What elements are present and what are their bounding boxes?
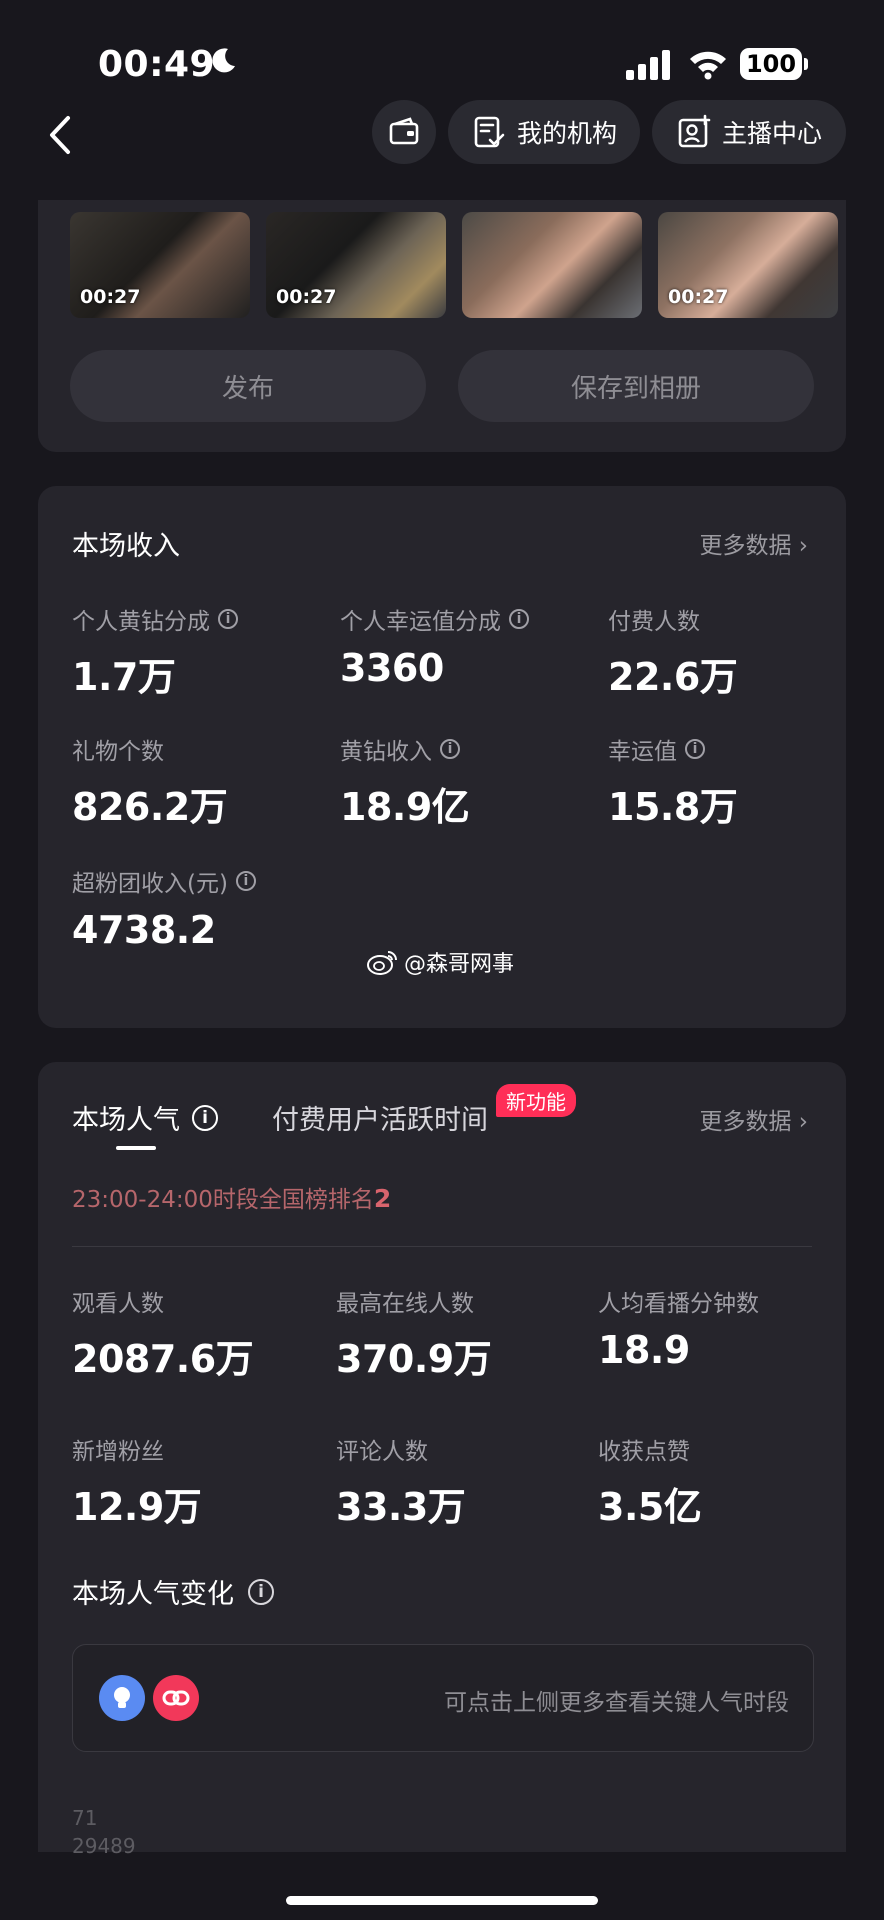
link-icon [153,1675,199,1721]
stat-value: 3.5亿 [598,1485,702,1529]
status-time: 00:49 [98,44,216,85]
highlight-clips-card: 00:27 00:27 00:27 发布 保存到相册 [38,200,846,452]
stat-value: 3360 [340,646,444,690]
stat-value: 12.9万 [72,1485,202,1529]
stat-label: 超粉团收入(元) [72,871,228,897]
stat-personal-luck-share: 个人幸运值分成 i 3360 [340,602,529,690]
popularity-card: 本场人气 i 付费用户活跃时间 新功能 更多数据 › 23:00-24:00时段… [38,1062,846,1858]
tab-popularity-label: 本场人气 [72,1105,180,1136]
tab-paying-user-active-time[interactable]: 付费用户活跃时间 [272,1098,488,1137]
my-organization-button[interactable]: 我的机构 [448,100,640,164]
stat-label: 黄钻收入 [340,739,432,765]
stat-avg-watch-minutes: 人均看播分钟数 18.9 [598,1284,759,1372]
ranking-label: 23:00-24:00时段全国榜排名 [72,1187,374,1213]
popularity-hint-text: 可点击上侧更多查看关键人气时段 [444,1690,789,1716]
clip-duration: 00:27 [276,286,337,308]
stat-label: 个人幸运值分成 [340,609,501,635]
stat-label: 评论人数 [336,1439,428,1465]
income-title: 本场收入 [72,531,180,562]
ranking-text: 23:00-24:00时段全国榜排名2 [72,1180,391,1214]
stat-commenters: 评论人数 33.3万 [336,1432,466,1531]
stat-value: 18.9亿 [340,785,470,829]
clip-thumbnail[interactable] [462,212,642,318]
organization-icon [474,116,505,148]
clip-duration: 00:27 [668,286,729,308]
moon-icon [212,48,235,73]
info-icon[interactable]: i [685,739,705,759]
stat-value: 370.9万 [336,1337,492,1381]
stat-value: 22.6万 [608,655,738,699]
stat-label: 礼物个数 [72,739,164,765]
stat-value: 4738.2 [72,908,216,952]
stat-superfan-income: 超粉团收入(元) i 4738.2 [72,864,256,952]
popularity-hint-box[interactable]: 可点击上侧更多查看关键人气时段 [72,1644,814,1752]
popularity-change-title: 本场人气变化 i [72,1572,274,1611]
stat-label: 个人黄钻分成 [72,609,210,635]
stat-personal-diamond-share: 个人黄钻分成 i 1.7万 [72,602,238,701]
stat-label: 最高在线人数 [336,1291,474,1317]
stat-viewers: 观看人数 2087.6万 [72,1284,254,1383]
battery-indicator: 100 [740,48,808,80]
info-icon[interactable]: i [192,1104,218,1131]
lightbulb-icon [99,1675,145,1721]
stat-value: 1.7万 [72,655,176,699]
stat-label: 收获点赞 [598,1439,690,1465]
stat-label: 付费人数 [608,609,700,635]
wifi-icon [690,51,726,80]
anchor-profile-icon [678,114,711,148]
clip-thumbnail[interactable]: 00:27 [266,212,446,318]
anchor-center-label: 主播中心 [721,119,822,148]
stat-paying-users: 付费人数 22.6万 [608,602,738,701]
stat-likes-received: 收获点赞 3.5亿 [598,1432,702,1531]
stat-gift-count: 礼物个数 826.2万 [72,732,228,831]
stat-label: 新增粉丝 [72,1439,164,1465]
stat-value: 15.8万 [608,785,738,829]
divider [72,1246,812,1247]
new-feature-badge: 新功能 [496,1084,576,1117]
info-icon[interactable]: i [509,609,529,629]
my-organization-label: 我的机构 [516,119,617,148]
income-more-data-link[interactable]: 更多数据 › [699,526,808,560]
stat-value: 2087.6万 [72,1337,254,1381]
stat-label: 观看人数 [72,1291,164,1317]
stat-diamond-income: 黄钻收入 i 18.9亿 [340,732,470,831]
back-arrow-icon[interactable] [40,110,80,160]
cellular-signal-icon [626,50,670,80]
stat-value: 18.9 [598,1328,690,1372]
clip-thumbnails: 00:27 00:27 00:27 [70,212,842,318]
publish-button[interactable]: 发布 [70,350,426,422]
popularity-more-data-link[interactable]: 更多数据 › [699,1102,808,1136]
watermark-text: @森哥网事 [404,952,515,977]
info-icon[interactable]: i [235,871,256,891]
weibo-logo-icon [367,951,397,975]
chart-axis-label: 29489 [72,1834,136,1858]
clip-thumbnail[interactable]: 00:27 [70,212,250,318]
stat-label: 幸运值 [608,739,677,765]
save-to-album-button[interactable]: 保存到相册 [458,350,814,422]
stat-value: 826.2万 [72,785,228,829]
active-tab-indicator [116,1146,156,1150]
stat-peak-online: 最高在线人数 370.9万 [336,1284,492,1383]
ranking-value: 2 [373,1184,392,1213]
home-indicator[interactable] [286,1896,598,1905]
tab-popularity[interactable]: 本场人气 i [72,1098,218,1137]
top-nav: 我的机构 主播中心 [0,100,884,170]
wallet-button[interactable] [372,100,436,164]
anchor-center-button[interactable]: 主播中心 [652,100,846,164]
stat-luck-value: 幸运值 i 15.8万 [608,732,738,831]
status-bar: 00:49 100 [0,0,884,110]
stat-new-followers: 新增粉丝 12.9万 [72,1432,202,1531]
clip-duration: 00:27 [80,286,141,308]
wallet-icon [389,117,419,145]
info-icon[interactable]: i [218,609,238,629]
info-icon[interactable]: i [248,1578,274,1605]
chart-axis-label: 71 [72,1806,98,1830]
stat-label: 人均看播分钟数 [598,1291,759,1317]
info-icon[interactable]: i [440,739,460,759]
clip-thumbnail[interactable]: 00:27 [658,212,838,318]
stat-value: 33.3万 [336,1485,466,1529]
weibo-watermark: @森哥网事 [366,946,514,978]
popularity-change-label: 本场人气变化 [72,1579,234,1610]
